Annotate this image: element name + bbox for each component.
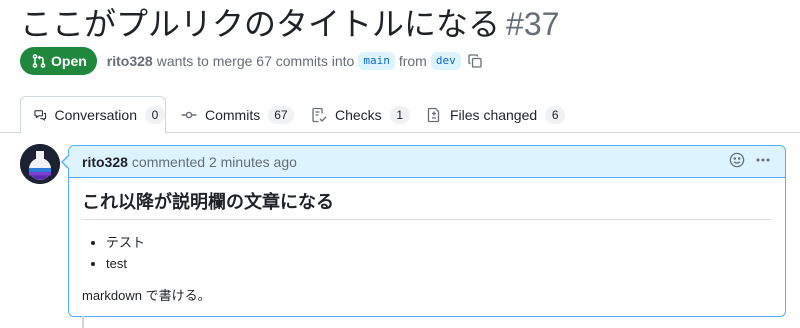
list-item: テスト [106, 232, 771, 253]
tab-checks[interactable]: Checks 1 [311, 96, 410, 133]
tab-conversation[interactable]: Conversation 0 [20, 96, 166, 134]
timeline-line [82, 316, 84, 328]
state-badge: Open [20, 47, 97, 75]
flask-avatar-icon [20, 144, 60, 184]
kebab-horizontal-icon[interactable] [755, 152, 771, 171]
tab-files-label: Files changed [450, 106, 538, 123]
pr-meta: Open rito328 wants to merge 67 commits i… [20, 47, 483, 75]
avatar[interactable] [20, 144, 60, 184]
description-list: テスト test [82, 232, 771, 274]
comment-discussion-icon [34, 110, 47, 122]
pr-title: ここがプルリクのタイトルになる #37 [20, 4, 559, 44]
from-text: from [398, 53, 427, 69]
pr-number: #37 [506, 6, 560, 42]
base-branch[interactable]: main [358, 52, 395, 70]
merge-text: wants to merge 67 commits into [156, 53, 355, 69]
git-pull-request-icon [32, 54, 46, 68]
file-diff-icon [427, 107, 440, 122]
comment-arrow-fill [63, 155, 70, 169]
smiley-icon[interactable] [729, 152, 745, 171]
checklist-icon [312, 107, 327, 122]
comment-header: rito328 commented 2 minutes ago [69, 146, 785, 178]
pr-title-text: ここがプルリクのタイトルになる [20, 6, 501, 42]
tab-commits-label: Commits [205, 106, 261, 123]
tab-commits-count: 67 [268, 105, 294, 124]
comment-timestamp: commented 2 minutes ago [131, 153, 297, 170]
pr-author-link[interactable]: rito328 [107, 53, 153, 69]
comment-actions [729, 152, 771, 171]
tab-commits[interactable]: Commits 67 [181, 96, 294, 133]
head-branch[interactable]: dev [430, 52, 461, 70]
tab-conversation-count: 0 [145, 106, 165, 124]
copy-icon[interactable] [467, 53, 483, 69]
comment-body: これ以降が説明欄の文章になる テスト test markdown で書ける。 [69, 178, 785, 306]
tab-checks-count: 1 [389, 105, 410, 124]
description-heading: これ以降が説明欄の文章になる [82, 190, 771, 220]
comment-author-link[interactable]: rito328 [82, 154, 128, 170]
state-label: Open [51, 53, 87, 69]
tab-files-count: 6 [545, 105, 566, 124]
tab-checks-label: Checks [335, 106, 382, 123]
tab-files-changed[interactable]: Files changed 6 [426, 96, 566, 133]
pr-tabs: Conversation 0 Commits 67 Checks 1 Files… [0, 96, 800, 134]
list-item: test [106, 253, 771, 274]
description-paragraph: markdown で書ける。 [82, 288, 211, 303]
tab-conversation-label: Conversation [54, 107, 138, 123]
git-commit-icon [181, 111, 197, 118]
pr-description-comment: rito328 commented 2 minutes ago これ以降が説明欄… [68, 145, 786, 317]
